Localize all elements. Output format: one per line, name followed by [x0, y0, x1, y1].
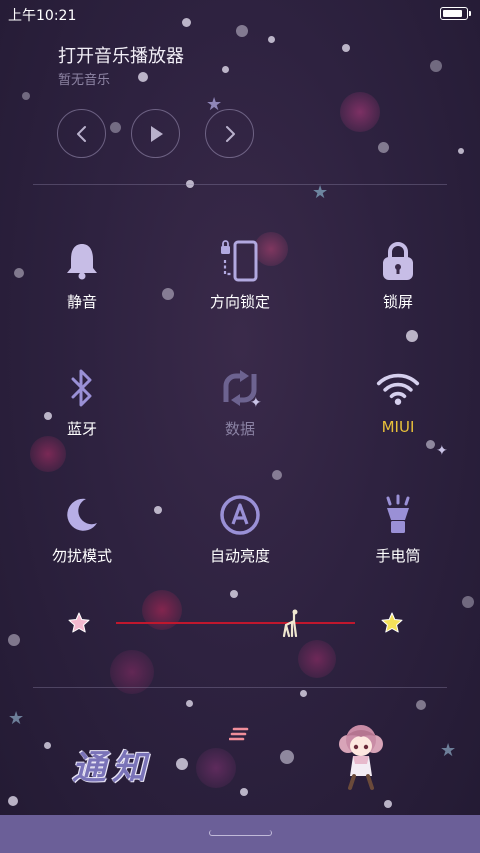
toggle-label: MIUI	[381, 418, 415, 436]
drag-handle[interactable]	[209, 830, 272, 836]
mobile-data-icon	[218, 366, 262, 410]
snow-dot	[462, 596, 474, 608]
play-button[interactable]	[131, 109, 180, 158]
star-pink-icon	[68, 612, 90, 633]
snow-dot	[406, 330, 418, 342]
bell-icon	[60, 239, 104, 283]
notification-banner-art: 通知	[72, 748, 152, 788]
sparkle-icon: ★	[312, 182, 329, 203]
bluetooth-icon	[60, 366, 104, 410]
toggle-mute[interactable]: 静音	[22, 239, 142, 329]
sparkle-icon: ★	[440, 740, 457, 761]
snow-dot	[230, 590, 238, 598]
toggle-label: 静音	[66, 293, 97, 311]
snow-dot	[342, 44, 350, 52]
bokeh-light	[340, 92, 380, 132]
snow-dot	[222, 66, 229, 73]
toggle-auto-brightness[interactable]: 自动亮度	[180, 493, 300, 583]
lock-icon	[376, 239, 420, 283]
toggle-label: 手电筒	[375, 547, 421, 565]
snow-dot	[162, 288, 174, 300]
toggle-rotation-lock[interactable]: 方向锁定	[180, 239, 300, 329]
previous-icon	[76, 125, 86, 142]
status-bar: 上午10:21	[0, 0, 480, 28]
toggle-label: 蓝牙	[66, 420, 97, 438]
anime-girl-sticker	[339, 725, 383, 790]
rotation-lock-icon	[218, 239, 262, 283]
bokeh-light	[298, 640, 336, 678]
divider	[33, 687, 447, 688]
play-icon	[150, 125, 163, 142]
toggle-label: 数据	[224, 420, 255, 438]
flashlight-icon	[376, 493, 420, 537]
snow-dot	[272, 470, 282, 480]
snow-dot	[240, 788, 248, 796]
battery-level	[443, 10, 462, 17]
next-icon	[225, 125, 235, 142]
previous-button[interactable]	[57, 109, 106, 158]
bokeh-light	[142, 590, 182, 630]
snow-dot	[44, 742, 51, 749]
toggle-label: 方向锁定	[209, 293, 270, 311]
snow-dot	[176, 758, 188, 770]
snow-dot	[458, 148, 464, 154]
snow-dot	[138, 72, 148, 82]
toggle-mobile-data[interactable]: 数据	[180, 366, 300, 456]
snow-dot	[154, 506, 162, 514]
snow-dot	[280, 750, 294, 764]
toggle-flashlight[interactable]: 手电筒	[338, 493, 458, 583]
brightness-thumb[interactable]	[280, 609, 300, 637]
toggle-label: 锁屏	[382, 293, 413, 311]
snow-dot	[416, 700, 426, 710]
star-yellow-icon	[381, 612, 403, 633]
toggle-do-not-disturb[interactable]: 勿扰模式	[22, 493, 142, 583]
wifi-icon	[376, 366, 420, 410]
music-title[interactable]: 打开音乐播放器	[58, 42, 184, 68]
music-subtitle: 暂无音乐	[58, 73, 111, 88]
status-time: 上午10:21	[8, 8, 77, 24]
battery-icon	[440, 7, 471, 20]
snow-dot	[378, 142, 389, 153]
snow-dot	[384, 800, 392, 808]
snow-dot	[268, 36, 275, 43]
toggle-bluetooth[interactable]: 蓝牙	[22, 366, 142, 456]
divider	[33, 184, 447, 185]
snow-dot	[110, 122, 121, 133]
snow-dot	[22, 92, 30, 100]
bokeh-light	[196, 748, 236, 788]
snow-dot	[8, 796, 18, 806]
toggle-label: 勿扰模式	[51, 547, 112, 565]
auto-brightness-icon	[218, 493, 262, 537]
toggle-lock-screen[interactable]: 锁屏	[338, 239, 458, 329]
toggle-label: 自动亮度	[209, 547, 270, 565]
snow-dot	[430, 60, 442, 72]
moon-icon	[60, 493, 104, 537]
snow-dot	[186, 700, 193, 707]
toggle-wifi[interactable]: MIUI	[338, 366, 458, 456]
brightness-track[interactable]	[116, 622, 355, 624]
snow-dot	[8, 634, 20, 646]
clear-notifications-icon[interactable]	[229, 727, 249, 743]
snow-dot	[300, 690, 307, 697]
sparkle-icon: ★	[8, 708, 25, 729]
next-button[interactable]	[205, 109, 254, 158]
